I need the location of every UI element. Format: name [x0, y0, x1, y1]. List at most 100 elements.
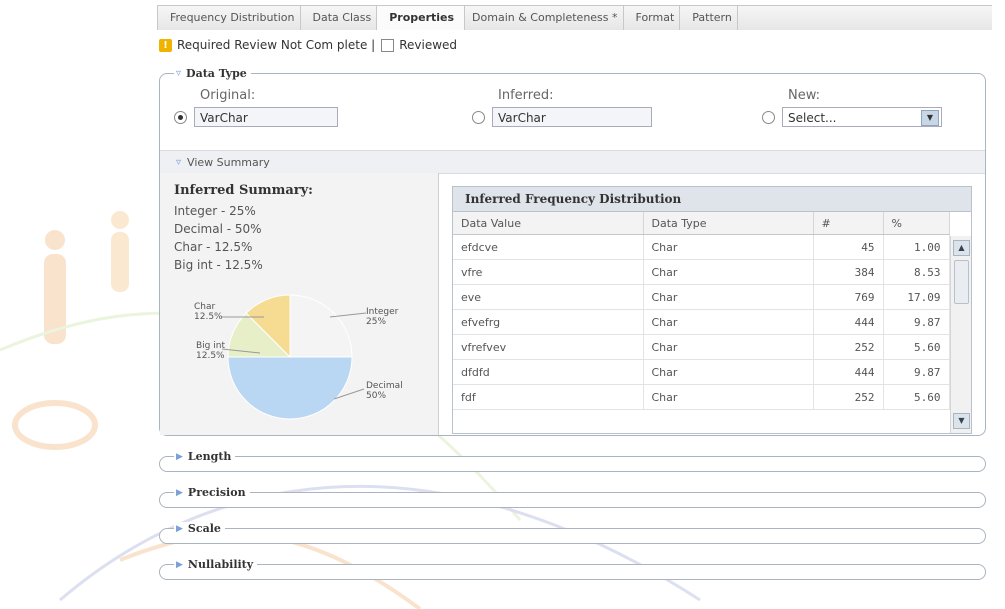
table-row[interactable]: vfrefvev Char 252 5.60 — [453, 334, 950, 360]
table-cell: 1.00 — [883, 234, 950, 260]
reviewed-label: Reviewed — [399, 38, 458, 52]
section-header-scale[interactable]: ▶ Scale — [174, 522, 225, 535]
data-type-title: Data Type — [186, 67, 247, 80]
chevron-down-icon: ▿ — [176, 156, 182, 168]
section-header-nullability[interactable]: ▶ Nullability — [174, 558, 258, 571]
table-cell: vfrefvev — [453, 334, 644, 360]
table-cell: Char — [643, 259, 814, 285]
inferred-pie-chart: Char 12.5% Big int 12.5% Integer 25% Decima… — [160, 291, 438, 431]
tab-strip-filler — [736, 5, 992, 30]
arrow-down-icon[interactable]: ▼ — [953, 413, 970, 429]
table-cell: Char — [643, 334, 814, 360]
table-cell: 9.87 — [883, 359, 950, 385]
triangle-right-icon: ▶ — [176, 559, 183, 570]
table-cell: 444 — [813, 359, 884, 385]
table-cell: Char — [643, 234, 814, 260]
view-summary-label: View Summary — [187, 155, 270, 169]
table-cell: 252 — [813, 384, 884, 410]
frequency-table: Data Value Data Type #% efdcve Char 45 1.00 vf… — [453, 212, 950, 410]
table-row[interactable]: fdf Char 252 5.60 — [453, 384, 950, 410]
table-cell: 17.09 — [883, 284, 950, 310]
reviewed-checkbox[interactable] — [381, 38, 395, 52]
arrow-up-icon[interactable]: ▲ — [953, 240, 970, 256]
section-title: Scale — [187, 522, 221, 535]
new-type-select[interactable]: Select... ▼ — [782, 107, 942, 127]
column-header[interactable]: # — [813, 212, 884, 235]
table-cell: 9.87 — [883, 309, 950, 335]
table-cell: Char — [643, 284, 814, 310]
table-cell: vfre — [453, 259, 644, 285]
section-header-length[interactable]: ▶ Length — [174, 450, 236, 463]
new-radio[interactable] — [762, 110, 775, 124]
view-summary-toggle[interactable]: ▿ View Summary — [160, 150, 985, 174]
tab-pattern[interactable]: Pattern — [679, 5, 743, 30]
table-cell: 8.53 — [883, 259, 950, 285]
table-row[interactable]: efvefrg Char 444 9.87 — [453, 309, 950, 335]
pie-label-integer: Integer 25% — [366, 307, 399, 327]
warning-icon: ! — [159, 38, 172, 52]
section-header-precision[interactable]: ▶ Precision — [174, 486, 250, 499]
section-title: Precision — [187, 486, 246, 499]
inferred-frequency-grid: Inferred Frequency Distribution Data Val… — [452, 186, 972, 434]
column-header[interactable]: % — [883, 212, 950, 235]
column-header[interactable]: Data Type — [643, 212, 814, 235]
section-length: ▶ Length — [159, 450, 986, 472]
tab-frequency-distribution[interactable]: Frequency Distribution — [157, 5, 306, 30]
original-type-group: Original: VarChar — [174, 88, 338, 127]
data-type-section-header[interactable]: ▿ Data Type — [174, 67, 251, 80]
table-cell: 384 — [813, 259, 884, 285]
pie-label-bigint: Big int 12.5% — [196, 341, 225, 361]
chevron-down-icon: ▿ — [176, 68, 182, 79]
table-row[interactable]: eve Char 769 17.09 — [453, 284, 950, 310]
review-status-text: Required Review Not Com plete | — [177, 38, 376, 52]
table-cell: Char — [643, 309, 814, 335]
review-status-bar: ! Required Review Not Com plete | Review… — [157, 32, 992, 58]
new-type-group: New: Select... ▼ — [762, 88, 942, 127]
table-cell: efvefrg — [453, 309, 644, 335]
tab-domain-completeness[interactable]: Domain & Completeness * — [459, 5, 629, 30]
pie-slice-integer — [289, 294, 353, 358]
tab-data-class[interactable]: Data Class — [299, 5, 383, 30]
table-row[interactable]: vfre Char 384 8.53 — [453, 259, 950, 285]
tab-format[interactable]: Format — [622, 5, 686, 30]
data-type-row: Original: VarChar Inferred: VarChar New: — [160, 88, 985, 146]
triangle-right-icon: ▶ — [176, 523, 183, 534]
inferred-summary-panel: Inferred Summary: Integer - 25% Decimal -… — [160, 173, 439, 435]
triangle-right-icon: ▶ — [176, 451, 183, 462]
tab-properties[interactable]: Properties — [376, 5, 466, 30]
section-precision: ▶ Precision — [159, 486, 986, 508]
triangle-right-icon: ▶ — [176, 487, 183, 498]
pie-label-char: Char 12.5% — [194, 302, 223, 322]
table-cell: Char — [643, 384, 814, 410]
table-cell: eve — [453, 284, 644, 310]
section-nullability: ▶ Nullability — [159, 558, 986, 580]
inferred-summary-title: Inferred Summary: — [174, 183, 313, 198]
original-type-field[interactable]: VarChar — [194, 107, 338, 127]
new-type-select-value: Select... — [788, 111, 837, 125]
original-label: Original: — [200, 88, 256, 103]
section-title: Length — [187, 450, 232, 463]
inferred-radio[interactable] — [472, 110, 485, 124]
pie-label-decimal: Decimal 50% — [366, 381, 403, 401]
data-type-section: ▿ Data Type Original: VarChar Inferred: … — [159, 67, 986, 436]
summary-line: Big int - 12.5% — [174, 258, 263, 272]
scrollbar-thumb[interactable] — [954, 260, 969, 304]
summary-line: Integer - 25% — [174, 204, 256, 218]
original-radio[interactable] — [174, 110, 187, 124]
pie-slice-decimal — [227, 356, 353, 420]
inferred-label: Inferred: — [498, 88, 554, 103]
table-cell: efdcve — [453, 234, 644, 260]
vertical-scrollbar[interactable]: ▲ ▼ — [950, 236, 971, 433]
chevron-down-icon[interactable]: ▼ — [921, 110, 939, 126]
table-cell: 45 — [813, 234, 884, 260]
tab-strip: Frequency Distribution Data Class Properti… — [157, 5, 992, 30]
section-title: Nullability — [187, 558, 254, 571]
inferred-type-group: Inferred: VarChar — [472, 88, 652, 127]
frequency-grid-title: Inferred Frequency Distribution — [453, 187, 971, 212]
table-row[interactable]: efdcve Char 45 1.00 — [453, 234, 950, 260]
table-row[interactable]: dfdfd Char 444 9.87 — [453, 359, 950, 385]
column-header[interactable]: Data Value — [453, 212, 644, 235]
new-label: New: — [788, 88, 821, 103]
summary-line: Decimal - 50% — [174, 222, 262, 236]
inferred-type-field[interactable]: VarChar — [492, 107, 652, 127]
